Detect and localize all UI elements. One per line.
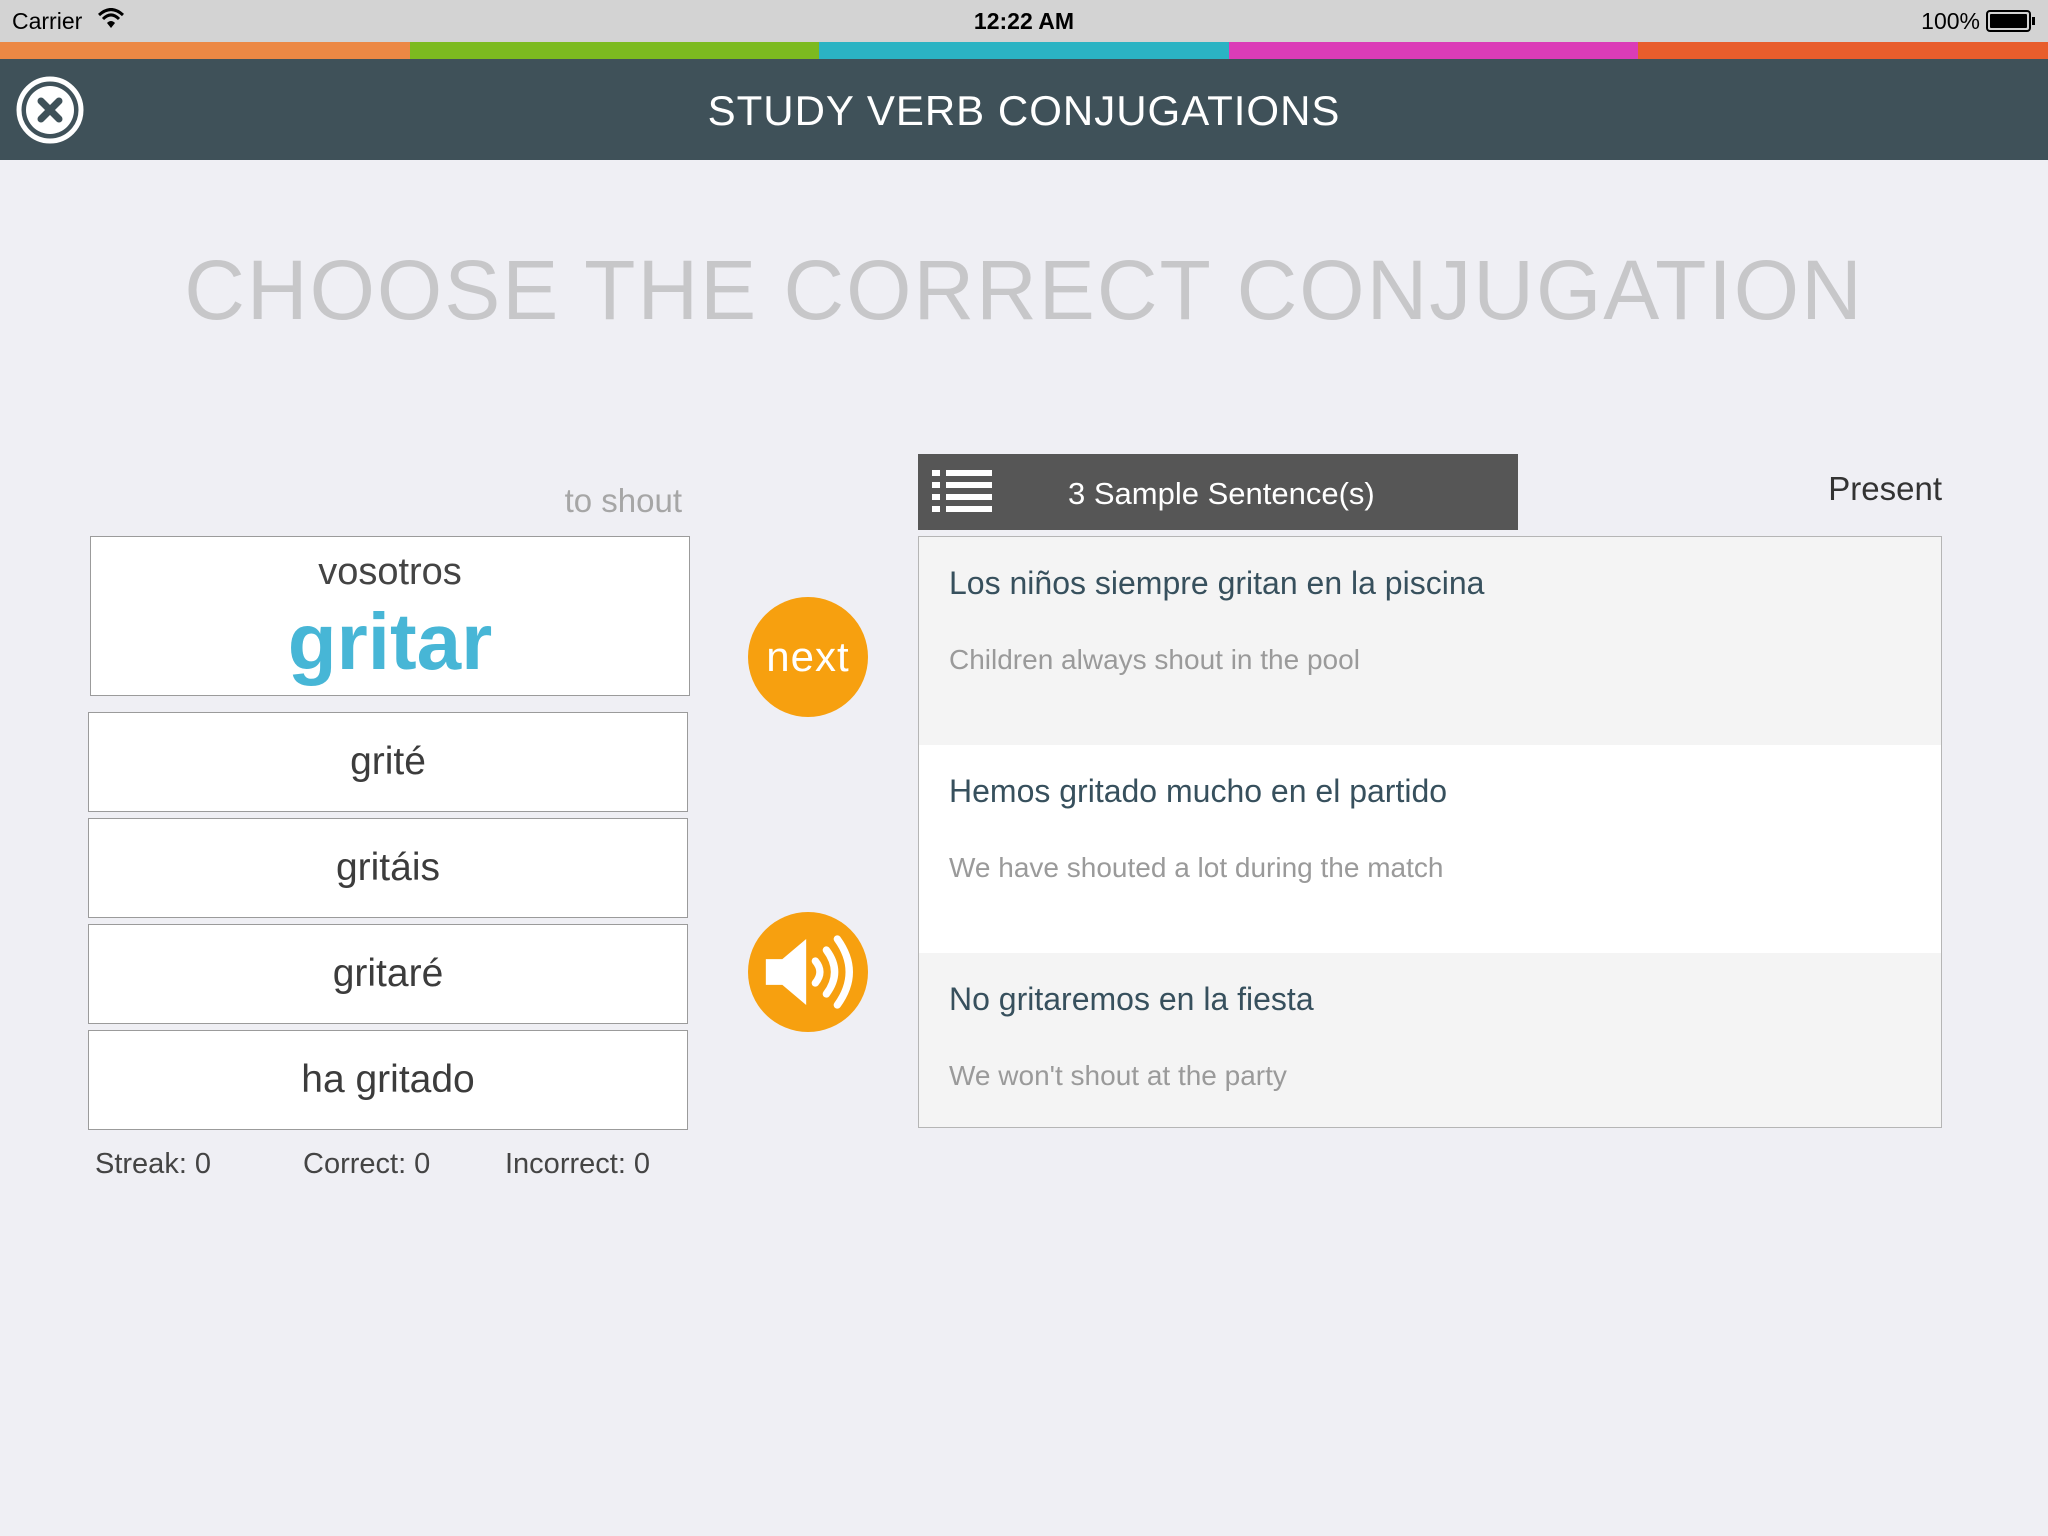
- color-strip-segment: [819, 42, 1229, 59]
- color-strip: [0, 42, 2048, 59]
- color-strip-segment: [1228, 42, 1639, 59]
- answer-option[interactable]: grité: [88, 712, 688, 812]
- sample-sentences-tab[interactable]: 3 Sample Sentence(s): [918, 454, 1518, 530]
- color-strip-segment: [1638, 42, 2048, 59]
- spanish-sentence: Los niños siempre gritan en la piscina: [949, 565, 1485, 601]
- battery-icon: [1986, 10, 2035, 32]
- english-translation: We won't shout at the party: [949, 1060, 1287, 1091]
- sample-sentences-label: 3 Sample Sentence(s): [1068, 476, 1375, 511]
- color-strip-segment: [409, 42, 820, 59]
- answer-option[interactable]: gritaré: [88, 924, 688, 1024]
- english-translation: We have shouted a lot during the match: [949, 852, 1444, 883]
- next-button[interactable]: next: [748, 597, 868, 717]
- status-bar: Carrier 12:22 AM 100%: [0, 0, 2048, 42]
- speaker-icon: [765, 935, 853, 1009]
- subject-pronoun: vosotros: [318, 551, 462, 593]
- sentence-item[interactable]: Hemos gritado mucho en el partido We hav…: [919, 745, 1941, 953]
- battery-percentage: 100%: [1921, 8, 1980, 34]
- sample-sentences-list: Los niños siempre gritan en la piscina C…: [918, 536, 1942, 1128]
- correct-count: Correct: 0: [303, 1148, 431, 1180]
- incorrect-count: Incorrect: 0: [505, 1148, 651, 1180]
- streak-count: Streak: 0: [95, 1148, 212, 1180]
- english-translation: Children always shout in the pool: [949, 644, 1360, 675]
- sentence-item[interactable]: Los niños siempre gritan en la piscina C…: [919, 537, 1941, 745]
- answer-option[interactable]: ha gritado: [88, 1030, 688, 1130]
- instruction-heading: CHOOSE THE CORRECT CONJUGATION: [184, 243, 1864, 337]
- clock: 12:22 AM: [973, 8, 1075, 34]
- page-title: STUDY VERB CONJUGATIONS: [707, 87, 1341, 134]
- tense-label: Present: [1828, 470, 1942, 507]
- prompt-card: vosotros gritar: [90, 536, 690, 696]
- color-strip-segment: [0, 42, 410, 59]
- spanish-sentence: Hemos gritado mucho en el partido: [949, 773, 1448, 809]
- header-bar: STUDY VERB CONJUGATIONS: [0, 59, 2048, 160]
- verb-translation: to shout: [564, 482, 682, 519]
- infinitive-verb: gritar: [287, 597, 493, 686]
- list-icon: [932, 470, 992, 512]
- answer-option[interactable]: gritáis: [88, 818, 688, 918]
- sentence-item[interactable]: No gritaremos en la fiesta We won't shou…: [919, 953, 1941, 1127]
- audio-button[interactable]: [748, 912, 868, 1032]
- spanish-sentence: No gritaremos en la fiesta: [949, 981, 1314, 1017]
